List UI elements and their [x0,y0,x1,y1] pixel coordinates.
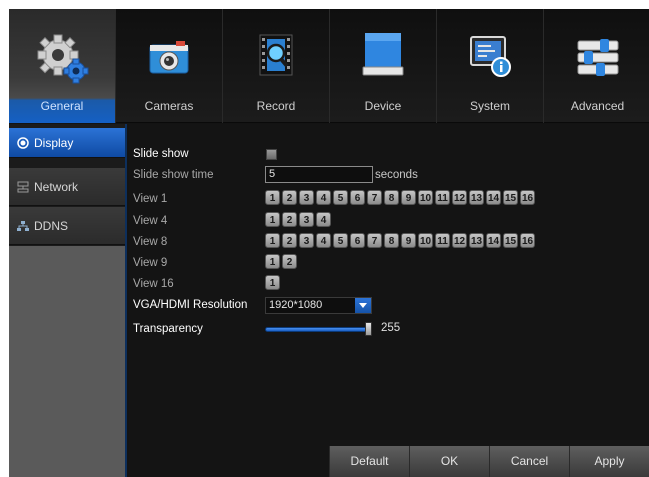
channel-button[interactable]: 8 [384,190,399,205]
gears-icon [37,34,89,84]
transparency-slider-handle[interactable] [365,322,372,336]
settings-window: General Cameras Record Device System Adv… [9,9,649,477]
display-settings-panel: Slide show Slide show time 5 seconds Vie… [129,124,649,477]
seconds-unit: seconds [375,169,418,181]
channel-button[interactable]: 2 [282,212,297,227]
channel-button[interactable]: 5 [333,233,348,248]
channel-button[interactable]: 7 [367,233,382,248]
transparency-label: Transparency [133,323,203,335]
channel-button[interactable]: 15 [503,233,518,248]
channel-button[interactable]: 16 [520,190,535,205]
channel-button[interactable]: 12 [452,190,467,205]
channel-button[interactable]: 9 [401,190,416,205]
network-icon [17,181,29,192]
nav-label: Cameras [144,99,194,113]
slide-show-checkbox[interactable] [266,149,277,160]
channel-button[interactable]: 2 [282,233,297,248]
nav-label: System [469,99,510,113]
channel-button[interactable]: 2 [282,190,297,205]
channel-button[interactable]: 6 [350,190,365,205]
channel-button[interactable]: 1 [265,190,280,205]
channel-button[interactable]: 13 [469,190,484,205]
sidebar-item-label: Network [34,179,79,194]
view1-channel-buttons: 1 2 3 4 5 6 7 8 9 10 11 12 13 14 15 16 [265,190,535,205]
channel-button[interactable]: 2 [282,254,297,269]
nav-advanced[interactable]: Advanced [544,9,649,123]
nav-general[interactable]: General [9,9,116,123]
nav-label: Advanced [570,99,625,113]
channel-button[interactable]: 1 [265,275,280,290]
sidebar-item-label: DDNS [34,218,69,233]
slide-show-time-label: Slide show time [133,169,214,181]
apply-button[interactable]: Apply [569,446,649,477]
ddns-icon [17,220,29,231]
bottom-button-bar: Default OK Cancel Apply [329,446,649,477]
view8-channel-buttons: 1 2 3 4 5 6 7 8 9 10 11 12 13 14 15 16 [265,233,535,248]
nav-cameras[interactable]: Cameras [116,9,223,123]
sliders-icon [577,39,618,76]
view4-label: View 4 [133,215,168,227]
channel-button[interactable]: 10 [418,190,433,205]
transparency-slider[interactable] [265,327,369,332]
resolution-value: 1920*1080 [269,299,323,311]
channel-button[interactable]: 1 [265,233,280,248]
channel-button[interactable]: 11 [435,190,450,205]
channel-button[interactable]: 13 [469,233,484,248]
channel-button[interactable]: 14 [486,233,501,248]
channel-button[interactable]: 3 [299,233,314,248]
channel-button[interactable]: 16 [520,233,535,248]
top-nav: General Cameras Record Device System Adv… [9,9,649,123]
channel-button[interactable]: 4 [316,212,331,227]
view9-label: View 9 [133,257,168,269]
channel-button[interactable]: 6 [350,233,365,248]
sidebar-empty-area [9,246,125,477]
view4-channel-buttons: 1234 [265,212,331,227]
nav-label: Record [256,99,296,113]
chevron-down-icon[interactable] [355,298,371,313]
ok-button[interactable]: OK [409,446,489,477]
sidebar-item-ddns[interactable]: DDNS [9,207,125,245]
slide-show-time-input[interactable]: 5 [265,166,373,183]
view8-label: View 8 [133,236,168,248]
channel-button[interactable]: 14 [486,190,501,205]
channel-button[interactable]: 1 [265,212,280,227]
hard-drive-icon [362,33,404,76]
nav-record[interactable]: Record [223,9,330,123]
sidebar-item-network[interactable]: Network [9,168,125,206]
sidebar-item-label: Display [34,135,74,150]
nav-system[interactable]: System [437,9,544,123]
channel-button[interactable]: 7 [367,190,382,205]
channel-button[interactable]: 1 [265,254,280,269]
film-search-icon [259,34,293,76]
radio-dot-icon [17,136,29,149]
view1-label: View 1 [133,193,168,205]
channel-button[interactable]: 11 [435,233,450,248]
camera-icon [149,41,189,74]
channel-button[interactable]: 3 [299,190,314,205]
cancel-button[interactable]: Cancel [489,446,569,477]
sidebar-item-display[interactable]: Display [9,128,125,158]
nav-label: General [40,99,84,113]
view16-label: View 16 [133,278,174,290]
channel-button[interactable]: 9 [401,233,416,248]
channel-button[interactable]: 4 [316,233,331,248]
sidebar: Display Network DDNS [9,124,127,477]
nav-label: Device [364,99,402,113]
channel-button[interactable]: 3 [299,212,314,227]
slide-show-label: Slide show [133,148,189,160]
nav-device[interactable]: Device [330,9,437,123]
resolution-label: VGA/HDMI Resolution [133,299,248,311]
channel-button[interactable]: 8 [384,233,399,248]
transparency-value: 255 [381,322,401,334]
channel-button[interactable]: 12 [452,233,467,248]
channel-button[interactable]: 15 [503,190,518,205]
system-info-icon [470,36,511,77]
channel-button[interactable]: 10 [418,233,433,248]
view9-channel-buttons: 12 [265,254,297,269]
channel-button[interactable]: 5 [333,190,348,205]
resolution-select[interactable]: 1920*1080 [265,297,372,314]
view16-channel-buttons: 1 [265,275,280,290]
channel-button[interactable]: 4 [316,190,331,205]
default-button[interactable]: Default [329,446,409,477]
